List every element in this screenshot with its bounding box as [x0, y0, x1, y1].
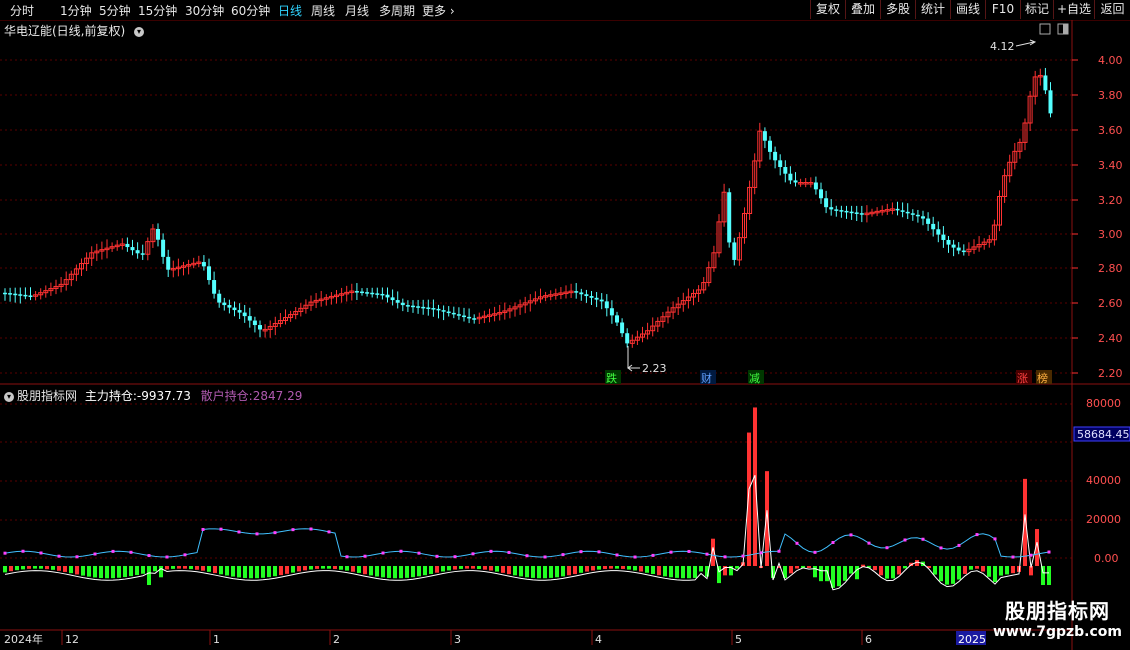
event-label-drop: 跌 [606, 371, 617, 385]
date-tick: 4 [595, 633, 602, 646]
retail-holding-value: 2847.29 [252, 389, 303, 403]
indicator-header: ▾ 股朋指标网 主力持仓:-9937.73 散户持仓:2847.29 [4, 387, 302, 404]
indicator-lines [3, 475, 1051, 591]
watermark-title: 股朋指标网 [1004, 599, 1110, 623]
indicator-name[interactable]: 股朋指标网 [17, 389, 77, 403]
candlesticks [3, 67, 1053, 348]
current-value-text: 58684.45 [1077, 428, 1130, 441]
toolbar-button[interactable]: +自选 [1053, 0, 1094, 19]
period-tab[interactable]: 1分钟 [60, 2, 92, 19]
date-tick: 12 [65, 633, 79, 646]
high-price-label: 4.12 [990, 40, 1015, 53]
date-tick: 2 [333, 633, 340, 646]
date-highlight [956, 631, 986, 645]
price-grid [0, 59, 1072, 559]
date-tick: 6 [865, 633, 872, 646]
period-tab[interactable]: 分时 [10, 2, 34, 19]
price-axis: 4.00 3.80 3.60 3.40 3.20 3.00 2.80 2.60 … [1098, 54, 1123, 380]
low-arrow-icon [627, 346, 640, 372]
panel-toggle-icon[interactable] [1057, 23, 1069, 35]
toolbar-button[interactable]: 画线 [950, 0, 985, 19]
price-tick: 2.20 [1098, 367, 1123, 380]
watermark: 股朋指标网 www.7gpzb.com [993, 595, 1122, 640]
period-tab[interactable]: 周线 [311, 2, 335, 19]
price-tick: 4.00 [1098, 54, 1123, 67]
indicator-tick: 0.00 [1094, 552, 1119, 565]
toolbar-button[interactable]: 多股 [880, 0, 915, 19]
date-tick-highlight: 2025 [958, 633, 986, 646]
toolbar-button[interactable]: 叠加 [845, 0, 880, 19]
period-tab-active[interactable]: 日线 [278, 2, 302, 19]
indicator-axis: 80000 60000 40000 20000 0.00 [1086, 397, 1121, 565]
current-value-marker [1073, 426, 1130, 442]
event-label-reduce: 减 [749, 372, 760, 385]
period-tab[interactable]: 15分钟 [138, 2, 177, 19]
period-tab[interactable]: 60分钟 [231, 2, 270, 19]
period-tab[interactable]: 多周期 [379, 2, 415, 19]
toolbar-button[interactable]: 标记 [1020, 0, 1053, 19]
indicator-bars [3, 407, 1051, 588]
price-tick: 2.80 [1098, 262, 1123, 275]
retail-holding-label: 散户持仓: [200, 389, 253, 403]
price-axis-ticks [1072, 59, 1078, 374]
indicator-tick: 40000 [1086, 474, 1121, 487]
indicator-tick: 80000 [1086, 397, 1121, 410]
main-holding-label: 主力持仓: [84, 389, 137, 403]
period-tab[interactable]: 5分钟 [99, 2, 131, 19]
layout-icon[interactable] [1039, 23, 1051, 35]
event-badge[interactable] [1036, 370, 1052, 384]
price-tick: 3.60 [1098, 124, 1123, 137]
chevron-down-icon[interactable]: ▾ [134, 26, 145, 37]
price-tick: 3.00 [1098, 228, 1123, 241]
watermark-url: www.7gpzb.com [992, 624, 1122, 640]
price-tick: 2.60 [1098, 297, 1123, 310]
price-tick: 3.80 [1098, 89, 1123, 102]
event-badge[interactable] [605, 370, 621, 384]
price-tick: 2.40 [1098, 332, 1123, 345]
panel-toggle-fill [1063, 24, 1068, 34]
date-tick: 2024年 [4, 632, 43, 646]
main-holding-value: -9937.73 [136, 389, 191, 403]
event-badge[interactable] [1016, 370, 1032, 384]
chevron-right-icon: › [446, 4, 455, 18]
period-tab[interactable]: 月线 [345, 2, 369, 19]
candlestick-chart: 4.00 3.80 3.60 3.40 3.20 3.00 2.80 2.60 … [0, 20, 1130, 650]
date-axis-ticks [61, 630, 863, 645]
date-tick: 5 [735, 633, 742, 646]
toolbar-button[interactable]: 返回 [1094, 0, 1130, 19]
period-tab[interactable]: 30分钟 [185, 2, 224, 19]
date-tick: 1 [213, 633, 220, 646]
toolbar-button[interactable]: F10 [985, 0, 1020, 19]
event-badge[interactable] [700, 370, 716, 384]
indicator-tick: 20000 [1086, 513, 1121, 526]
date-tick: 3 [454, 633, 461, 646]
toolbar-button[interactable]: 复权 [810, 0, 845, 19]
more-label: 更多 [422, 4, 447, 18]
stock-title: 华电辽能(日线,前复权) [4, 24, 126, 38]
top-toolbar: 分时 1分钟 5分钟 15分钟 30分钟 60分钟 日线 周线 月线 多周期 更… [0, 0, 1130, 21]
date-axis: 2024年 12 1 2 3 4 5 6 [4, 632, 872, 646]
event-label-finance: 财 [701, 371, 712, 385]
more-menu[interactable]: 更多 › [422, 2, 455, 19]
chevron-down-icon[interactable]: ▾ [4, 391, 14, 402]
low-price-label: 2.23 [642, 362, 667, 375]
high-arrow-icon [1015, 39, 1037, 47]
event-label-rise: 涨 [1017, 372, 1028, 385]
toolbar-button[interactable]: 统计 [915, 0, 950, 19]
chart-title-bar: 华电辽能(日线,前复权) ▾ [4, 22, 147, 39]
event-label-rank: 榜 [1037, 371, 1048, 385]
price-tick: 3.40 [1098, 159, 1123, 172]
price-tick: 3.20 [1098, 194, 1123, 207]
event-badge[interactable] [748, 370, 764, 384]
indicator-tick: 60000 [1086, 436, 1121, 449]
